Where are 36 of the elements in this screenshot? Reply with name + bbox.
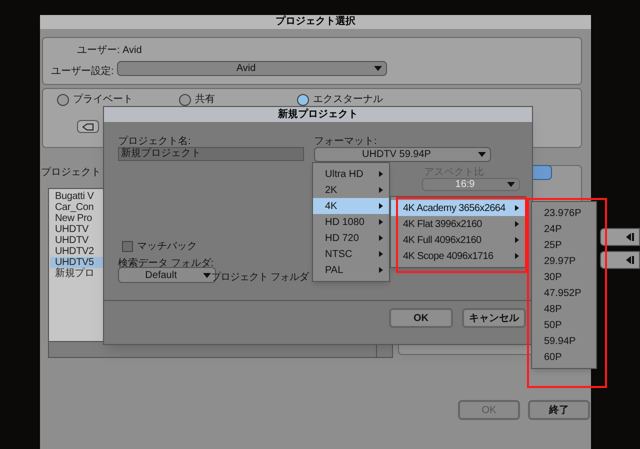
menu-item[interactable]: 2K (313, 182, 389, 198)
project-name-label: プロジェクト名: (118, 134, 191, 148)
menu-item[interactable]: HD 720 (313, 230, 389, 246)
window-button[interactable]: 終了 (528, 400, 590, 420)
user-settings-label: ユーザー設定: (51, 64, 114, 79)
menu-item[interactable]: 50P (532, 317, 596, 333)
format-dropdown[interactable]: UHDTV 59.94P (314, 147, 491, 162)
menu-item[interactable]: 23.976P (532, 205, 596, 221)
user-settings-dropdown[interactable]: Avid (117, 61, 387, 76)
user-label: ユーザー: Avid (77, 44, 142, 58)
project-list-label: プロジェクト (41, 166, 101, 180)
menu-item[interactable]: 47.952P (532, 285, 596, 301)
aspect-ratio-dropdown[interactable]: 16:9 (422, 178, 520, 191)
menu-item[interactable]: Ultra HD (313, 166, 389, 182)
menu-item[interactable]: PAL (313, 262, 389, 278)
menu-item[interactable]: 4K (313, 198, 389, 214)
format-label: フォーマット: (314, 135, 377, 149)
dialog-button[interactable]: OK (389, 308, 453, 328)
menu-item[interactable]: 25P (532, 237, 596, 253)
menu-item[interactable]: 4K Academy 3656x2664 (391, 200, 525, 216)
dialog-title: 新規プロジェクト (104, 107, 532, 122)
menu-item[interactable]: 29.97P (532, 253, 596, 269)
menu-item[interactable]: 30P (532, 269, 596, 285)
project-name-field[interactable]: 新規プロジェクト (118, 147, 304, 161)
checkbox-label: マッチバック (137, 240, 197, 254)
menu-item[interactable]: 24P (532, 221, 596, 237)
radio-label: プライベート (73, 95, 133, 105)
menu-item[interactable]: 59.94P (532, 333, 596, 349)
menu-item[interactable]: 48P (532, 301, 596, 317)
menu-item[interactable]: HD 1080 (313, 214, 389, 230)
menu-item[interactable]: 60P (532, 349, 596, 365)
radio-label: エクスターナル (313, 95, 383, 105)
window-title: プロジェクト選択 (40, 15, 591, 29)
menu-item[interactable]: NTSC (313, 246, 389, 262)
radio-label: 共有 (195, 95, 215, 105)
dialog-button[interactable]: キャンセル (462, 308, 526, 328)
